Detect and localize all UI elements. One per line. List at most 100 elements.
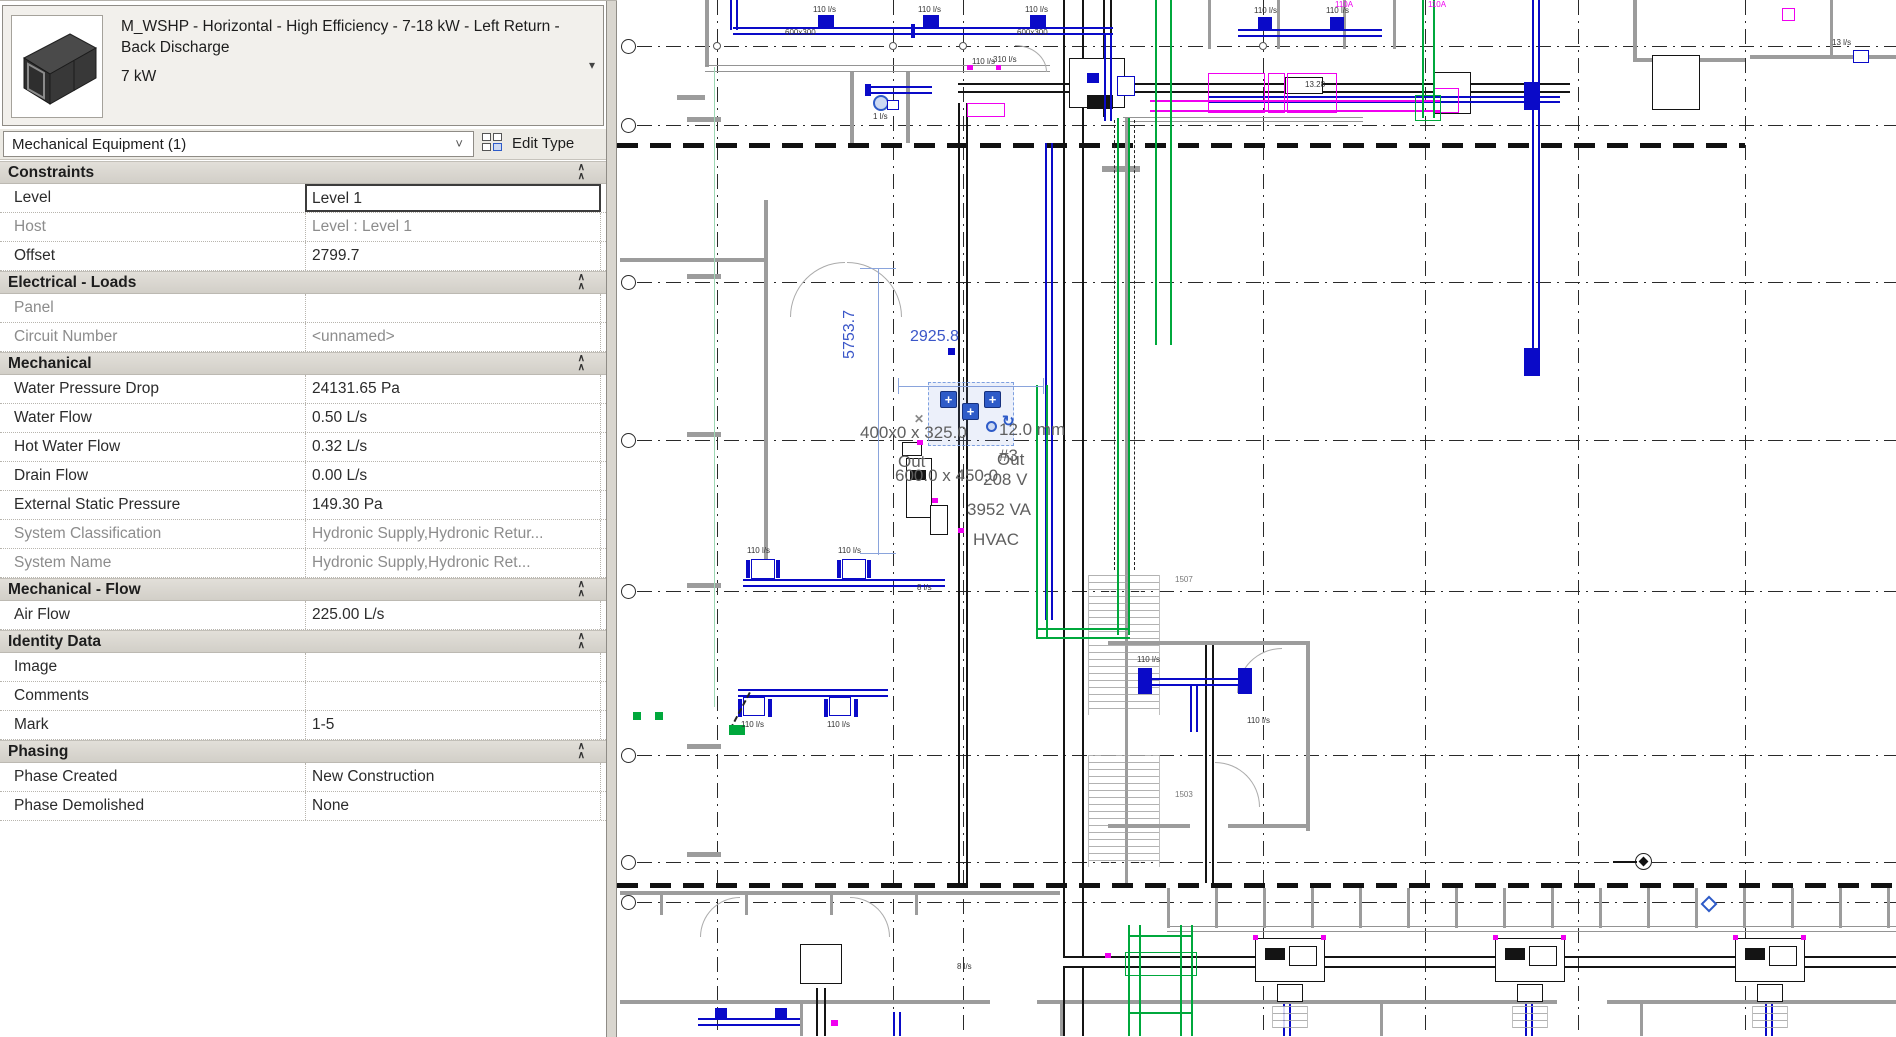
deselect-icon[interactable]: ✕ bbox=[914, 412, 924, 426]
section-header[interactable]: Mechanical - Flow∧∧ bbox=[0, 578, 606, 601]
duct-joint bbox=[911, 24, 915, 38]
wall bbox=[1633, 0, 1637, 62]
collapse-chevron-icon[interactable]: ∧∧ bbox=[578, 742, 584, 760]
property-row: Phase CreatedNew Construction bbox=[0, 763, 606, 792]
section-header[interactable]: Electrical - Loads∧∧ bbox=[0, 271, 606, 294]
property-grid: Constraints∧∧LevelLevel 1HostLevel : Lev… bbox=[0, 161, 606, 821]
property-value-cell[interactable] bbox=[305, 294, 601, 322]
property-value[interactable]: 0.32 L/s bbox=[312, 438, 367, 456]
property-value[interactable]: Level 1 bbox=[312, 190, 362, 208]
dim-text-horizontal[interactable]: 2925.8 bbox=[910, 328, 959, 346]
chevron-down-icon[interactable]: ▾ bbox=[589, 58, 595, 72]
property-value-cell[interactable]: 149.30 Pa bbox=[305, 491, 601, 519]
property-value-cell[interactable] bbox=[305, 682, 601, 710]
grid-bubble bbox=[621, 433, 636, 448]
property-value[interactable]: 2799.7 bbox=[312, 247, 359, 265]
section-header[interactable]: Phasing∧∧ bbox=[0, 740, 606, 763]
property-row: Panel bbox=[0, 294, 606, 323]
door-arc bbox=[850, 897, 890, 937]
collapse-chevron-icon[interactable]: ∧∧ bbox=[578, 632, 584, 650]
diffuser bbox=[775, 1008, 787, 1018]
property-label: System Name bbox=[14, 554, 111, 572]
riser bbox=[1532, 0, 1540, 375]
plan-view-canvas[interactable]: 5753.72925.8400x0 x 325.012.0 mm#3OutOut… bbox=[617, 0, 1896, 1036]
valve bbox=[1524, 348, 1540, 376]
fcu-tap bbox=[1277, 984, 1303, 1002]
selection-handle[interactable]: + bbox=[940, 391, 957, 408]
grid-line-h bbox=[637, 862, 1896, 863]
wall bbox=[1306, 641, 1310, 831]
flow-tag: 110 l/s bbox=[1025, 5, 1048, 14]
grid-bubble bbox=[621, 855, 636, 870]
category-combobox[interactable]: Mechanical Equipment (1) ˅ bbox=[3, 131, 474, 157]
dim-text-vertical[interactable]: 5753.7 bbox=[841, 310, 859, 359]
property-value[interactable]: 24131.65 Pa bbox=[312, 380, 400, 398]
property-row: Water Pressure Drop24131.65 Pa bbox=[0, 375, 606, 404]
selection-handle[interactable] bbox=[986, 421, 997, 432]
property-value-cell[interactable]: 24131.65 Pa bbox=[305, 375, 601, 403]
property-value[interactable]: None bbox=[312, 797, 349, 815]
grid-line-v bbox=[963, 0, 964, 1036]
flange bbox=[746, 560, 750, 578]
property-value[interactable]: New Construction bbox=[312, 768, 434, 786]
property-value[interactable]: Level : Level 1 bbox=[312, 218, 412, 236]
property-value[interactable]: Hydronic Supply,Hydronic Retur... bbox=[312, 525, 543, 543]
property-label: Panel bbox=[14, 299, 54, 317]
panel-splitter[interactable] bbox=[606, 1, 617, 1037]
flow-tag: 110 l/s bbox=[1137, 655, 1160, 664]
property-value[interactable]: 1-5 bbox=[312, 716, 334, 734]
property-value-cell[interactable]: 0.00 L/s bbox=[305, 462, 601, 490]
collapse-chevron-icon[interactable]: ∧∧ bbox=[578, 580, 584, 598]
edit-type-button[interactable]: Edit Type bbox=[482, 131, 604, 157]
grid-line-v bbox=[1578, 0, 1579, 1036]
property-value-cell[interactable]: 225.00 L/s bbox=[305, 601, 601, 629]
property-value-cell[interactable] bbox=[305, 653, 601, 681]
wall bbox=[1750, 55, 1896, 59]
wall bbox=[620, 258, 768, 262]
selection-handle[interactable]: + bbox=[962, 403, 979, 420]
collapse-chevron-icon[interactable]: ∧∧ bbox=[578, 163, 584, 181]
rotate-icon[interactable]: ↻ bbox=[1002, 412, 1015, 430]
property-value[interactable]: 0.00 L/s bbox=[312, 467, 367, 485]
property-value-cell[interactable]: 1-5 bbox=[305, 711, 601, 739]
property-value-cell[interactable]: New Construction bbox=[305, 763, 601, 791]
property-value[interactable]: Hydronic Supply,Hydronic Ret... bbox=[312, 554, 531, 572]
property-value-cell[interactable]: 0.32 L/s bbox=[305, 433, 601, 461]
grid-line-h bbox=[637, 591, 1896, 592]
dim-line bbox=[1043, 378, 1044, 394]
property-value-cell[interactable]: Hydronic Supply,Hydronic Retur... bbox=[305, 520, 601, 548]
flange bbox=[854, 699, 858, 717]
match-line bbox=[617, 883, 1896, 888]
collapse-chevron-icon[interactable]: ∧∧ bbox=[578, 273, 584, 291]
type-selector[interactable]: M_WSHP - Horizontal - High Efficiency - … bbox=[2, 5, 604, 126]
section-header[interactable]: Constraints∧∧ bbox=[0, 161, 606, 184]
property-label: Drain Flow bbox=[14, 467, 88, 485]
selection-handle[interactable]: + bbox=[984, 391, 1001, 408]
mullion bbox=[1599, 888, 1602, 928]
property-value[interactable]: 0.50 L/s bbox=[312, 409, 367, 427]
mullion bbox=[1167, 888, 1170, 928]
grid-line-v bbox=[1745, 0, 1746, 1036]
section-header[interactable]: Mechanical∧∧ bbox=[0, 352, 606, 375]
grid-bubble bbox=[621, 748, 636, 763]
section-header[interactable]: Identity Data∧∧ bbox=[0, 630, 606, 653]
property-label: System Classification bbox=[14, 525, 161, 543]
vav-box bbox=[751, 559, 775, 579]
property-value-cell[interactable]: Hydronic Supply,Hydronic Ret... bbox=[305, 549, 601, 577]
duct-bottom bbox=[698, 1018, 800, 1026]
property-value-cell[interactable]: Level : Level 1 bbox=[305, 213, 601, 241]
property-value-cell[interactable]: Level 1 bbox=[305, 184, 601, 212]
property-value-cell[interactable]: 2799.7 bbox=[305, 242, 601, 270]
wall bbox=[1228, 824, 1310, 828]
fcu-tap bbox=[1757, 984, 1783, 1002]
mullion bbox=[1791, 888, 1794, 928]
grid-bubble bbox=[621, 39, 636, 54]
collapse-chevron-icon[interactable]: ∧∧ bbox=[578, 354, 584, 372]
property-value-cell[interactable]: None bbox=[305, 792, 601, 820]
property-value[interactable]: 149.30 Pa bbox=[312, 496, 383, 514]
property-value-cell[interactable]: <unnamed> bbox=[305, 323, 601, 351]
property-value-cell[interactable]: 0.50 L/s bbox=[305, 404, 601, 432]
property-value[interactable]: <unnamed> bbox=[312, 328, 395, 346]
property-value[interactable]: 225.00 L/s bbox=[312, 606, 384, 624]
property-label: Offset bbox=[14, 247, 55, 265]
